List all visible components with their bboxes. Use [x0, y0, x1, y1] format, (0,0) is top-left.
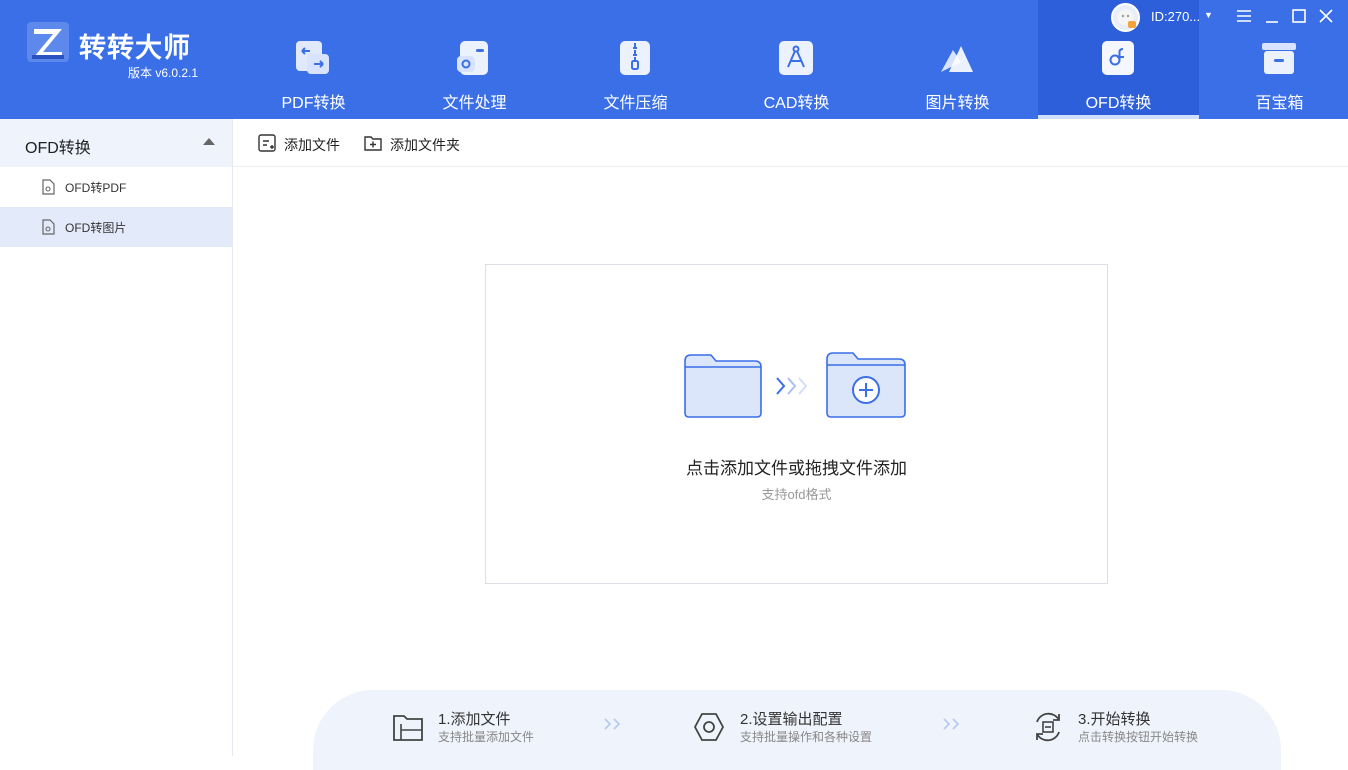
add-file-label: 添加文件: [284, 137, 340, 153]
step-arrow-icon: [943, 718, 960, 730]
avatar-face-icon: [1117, 9, 1136, 28]
add-file-icon: [258, 134, 276, 152]
toolbox-icon: [1262, 43, 1296, 74]
add-folder-label: 添加文件夹: [390, 137, 460, 153]
file-drop-zone[interactable]: 点击添加文件或拖拽文件添加 支持ofd格式: [485, 264, 1108, 584]
add-file-button[interactable]: 添加文件: [257, 132, 347, 154]
menu-icon[interactable]: [1234, 6, 1254, 26]
file-process-icon: [457, 41, 488, 75]
convert-step-icon: [1036, 712, 1060, 742]
step-1-title: 1.添加文件: [438, 711, 511, 728]
drop-zone-subtitle: 支持ofd格式: [761, 487, 832, 502]
steps-bar: 1.添加文件 支持批量添加文件 2.设置输出配置 支持批量操作和各种设置 3.开…: [313, 690, 1281, 770]
minimize-icon[interactable]: [1262, 6, 1282, 26]
sidebar: OFD转换 OFD转PDF OFD转图片: [0, 119, 233, 756]
tab-label: OFD转换: [1085, 95, 1152, 112]
tab-label: 文件处理: [442, 95, 507, 112]
avatar: [1111, 3, 1140, 32]
app-version: 版本 v6.0.2.1: [128, 66, 199, 80]
toolbar: 添加文件 添加文件夹: [233, 119, 1348, 167]
sidebar-item-label: OFD转图片: [65, 221, 127, 235]
tab-label: 百宝箱: [1255, 95, 1304, 112]
step-3-title: 3.开始转换: [1078, 711, 1151, 728]
step-1-subtitle: 支持批量添加文件: [438, 730, 535, 744]
pdf-convert-icon: [296, 41, 329, 74]
drop-zone-title: 点击添加文件或拖拽文件添加: [686, 459, 907, 478]
tab-pdf-convert[interactable]: PDF转换: [233, 0, 394, 119]
step-2-subtitle: 支持批量操作和各种设置: [740, 730, 873, 744]
tab-file-process[interactable]: 文件处理: [394, 0, 555, 119]
app-header: 转转大师 版本 v6.0.2.1 PDF转换 文件处理 文件压缩 CAD转换 图…: [0, 0, 1348, 119]
sidebar-item-ofd-to-image[interactable]: OFD转图片: [0, 207, 232, 247]
file-compress-icon: [620, 41, 650, 75]
folder-step-icon: [393, 715, 423, 741]
cad-convert-icon: [779, 41, 813, 75]
tab-image-convert[interactable]: 图片转换: [877, 0, 1038, 119]
tab-label: 文件压缩: [603, 95, 668, 112]
app-logo-icon: [27, 22, 69, 62]
add-folder-icon: [364, 136, 382, 151]
sidebar-group-label: OFD转换: [25, 140, 91, 157]
collapse-caret-icon: [203, 138, 215, 145]
step-3-subtitle: 点击转换按钮开始转换: [1078, 730, 1199, 744]
folder-add-icon: [826, 352, 906, 418]
maximize-icon[interactable]: [1289, 6, 1309, 26]
tab-label: CAD转换: [763, 95, 830, 112]
drop-illustration: [684, 352, 906, 418]
tab-label: PDF转换: [281, 95, 346, 112]
ofd-convert-icon: [1102, 41, 1134, 75]
file-icon: [42, 179, 55, 195]
sidebar-item-label: OFD转PDF: [65, 181, 127, 195]
tab-file-compress[interactable]: 文件压缩: [555, 0, 716, 119]
tab-cad-convert[interactable]: CAD转换: [716, 0, 877, 119]
file-icon: [42, 219, 55, 235]
arrow-chevrons-icon: [776, 377, 808, 395]
user-id: ID:270...: [1151, 9, 1201, 24]
step-2-title: 2.设置输出配置: [740, 711, 843, 728]
chevron-down-icon: ▼: [1204, 10, 1213, 20]
app-name: 转转大师: [79, 33, 191, 63]
step-arrow-icon: [604, 718, 621, 730]
folder-icon: [684, 354, 762, 418]
settings-step-icon: [693, 713, 725, 741]
image-convert-icon: [941, 46, 973, 72]
tab-label: 图片转换: [925, 95, 990, 112]
sidebar-item-ofd-to-pdf[interactable]: OFD转PDF: [0, 167, 232, 207]
close-icon[interactable]: [1316, 6, 1336, 26]
sidebar-group-ofd[interactable]: OFD转换: [0, 119, 232, 167]
add-folder-button[interactable]: 添加文件夹: [363, 132, 467, 154]
